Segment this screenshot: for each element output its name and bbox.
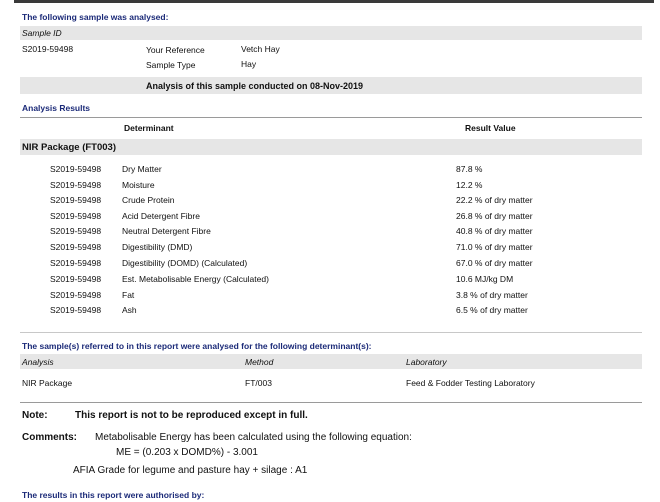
result-sample-id: S2019-59498 bbox=[50, 180, 102, 190]
result-sample-id: S2019-59498 bbox=[50, 226, 102, 236]
referred-rule-bottom bbox=[20, 402, 642, 403]
referred-header-band bbox=[20, 354, 642, 369]
top-border bbox=[14, 0, 654, 3]
analysis-results-heading: Analysis Results bbox=[22, 103, 91, 113]
comments-grade: AFIA Grade for legume and pasture hay + … bbox=[73, 465, 308, 476]
result-value: 12.2 % bbox=[456, 180, 483, 190]
result-sample-id: S2019-59498 bbox=[50, 305, 102, 315]
sample-type-label: Sample Type bbox=[146, 60, 196, 70]
result-row: S2019-59498 Fat 3.8 % of dry matter bbox=[0, 290, 660, 305]
result-value: 87.8 % bbox=[456, 164, 483, 174]
result-determinant: Neutral Detergent Fibre bbox=[122, 226, 211, 236]
col-result-value: Result Value bbox=[465, 123, 516, 133]
col-method: Method bbox=[245, 357, 274, 367]
results-rule bbox=[20, 117, 642, 118]
result-row: S2019-59498 Dry Matter 87.8 % bbox=[0, 164, 660, 179]
sample-type-value: Hay bbox=[241, 59, 257, 69]
result-sample-id: S2019-59498 bbox=[50, 290, 102, 300]
result-determinant: Fat bbox=[122, 290, 135, 300]
analysis-value: NIR Package bbox=[22, 378, 73, 388]
result-determinant: Est. Metabolisable Energy (Calculated) bbox=[122, 274, 269, 284]
package-name: NIR Package (FT003) bbox=[22, 142, 116, 153]
comments-equation: ME = (0.203 x DOMD%) - 3.001 bbox=[116, 447, 258, 458]
sample-id-label: Sample ID bbox=[22, 28, 62, 38]
result-sample-id: S2019-59498 bbox=[50, 258, 102, 268]
result-value: 3.8 % of dry matter bbox=[456, 290, 528, 300]
result-determinant: Digestibility (DMD) bbox=[122, 242, 193, 252]
result-row: S2019-59498 Digestibility (DMD) 71.0 % o… bbox=[0, 242, 660, 257]
referred-rule-top bbox=[20, 332, 642, 333]
result-row: S2019-59498 Digestibility (DOMD) (Calcul… bbox=[0, 258, 660, 273]
result-sample-id: S2019-59498 bbox=[50, 195, 102, 205]
result-sample-id: S2019-59498 bbox=[50, 274, 102, 284]
result-value: 6.5 % of dry matter bbox=[456, 305, 528, 315]
result-determinant: Acid Detergent Fibre bbox=[122, 211, 200, 221]
result-value: 22.2 % of dry matter bbox=[456, 195, 533, 205]
result-determinant: Ash bbox=[122, 305, 137, 315]
your-reference-label: Your Reference bbox=[146, 45, 205, 55]
sample-id-band bbox=[20, 26, 642, 40]
result-determinant: Digestibility (DOMD) (Calculated) bbox=[122, 258, 248, 268]
your-reference-value: Vetch Hay bbox=[241, 44, 280, 54]
result-row: S2019-59498 Est. Metabolisable Energy (C… bbox=[0, 274, 660, 289]
result-value: 71.0 % of dry matter bbox=[456, 242, 533, 252]
result-sample-id: S2019-59498 bbox=[50, 211, 102, 221]
analysis-conducted: Analysis of this sample conducted on 08-… bbox=[146, 81, 364, 91]
result-row: S2019-59498 Ash 6.5 % of dry matter bbox=[0, 305, 660, 320]
result-row: S2019-59498 Crude Protein 22.2 % of dry … bbox=[0, 195, 660, 210]
result-row: S2019-59498 Moisture 12.2 % bbox=[0, 180, 660, 195]
result-value: 26.8 % of dry matter bbox=[456, 211, 533, 221]
result-determinant: Moisture bbox=[122, 180, 155, 190]
result-determinant: Crude Protein bbox=[122, 195, 175, 205]
comments-line-1: Metabolisable Energy has been calculated… bbox=[95, 432, 412, 443]
sample-analysed-heading: The following sample was analysed: bbox=[22, 12, 169, 22]
result-row: S2019-59498 Neutral Detergent Fibre 40.8… bbox=[0, 226, 660, 241]
col-laboratory: Laboratory bbox=[406, 357, 447, 367]
col-determinant: Determinant bbox=[124, 123, 174, 133]
result-value: 10.6 MJ/kg DM bbox=[456, 274, 514, 284]
sample-id-value: S2019-59498 bbox=[22, 44, 74, 54]
result-determinant: Dry Matter bbox=[122, 164, 162, 174]
result-value: 67.0 % of dry matter bbox=[456, 258, 533, 268]
result-sample-id: S2019-59498 bbox=[50, 164, 102, 174]
referred-heading: The sample(s) referred to in this report… bbox=[22, 341, 372, 351]
authorised-heading: The results in this report were authoris… bbox=[22, 490, 205, 500]
comments-label: Comments: bbox=[22, 432, 78, 443]
result-row: S2019-59498 Acid Detergent Fibre 26.8 % … bbox=[0, 211, 660, 226]
result-sample-id: S2019-59498 bbox=[50, 242, 102, 252]
method-value: FT/003 bbox=[245, 378, 272, 388]
laboratory-value: Feed & Fodder Testing Laboratory bbox=[406, 378, 535, 388]
note-text: This report is not to be reproduced exce… bbox=[75, 410, 308, 421]
col-analysis: Analysis bbox=[22, 357, 54, 367]
result-value: 40.8 % of dry matter bbox=[456, 226, 533, 236]
note-label: Note: bbox=[22, 410, 48, 421]
